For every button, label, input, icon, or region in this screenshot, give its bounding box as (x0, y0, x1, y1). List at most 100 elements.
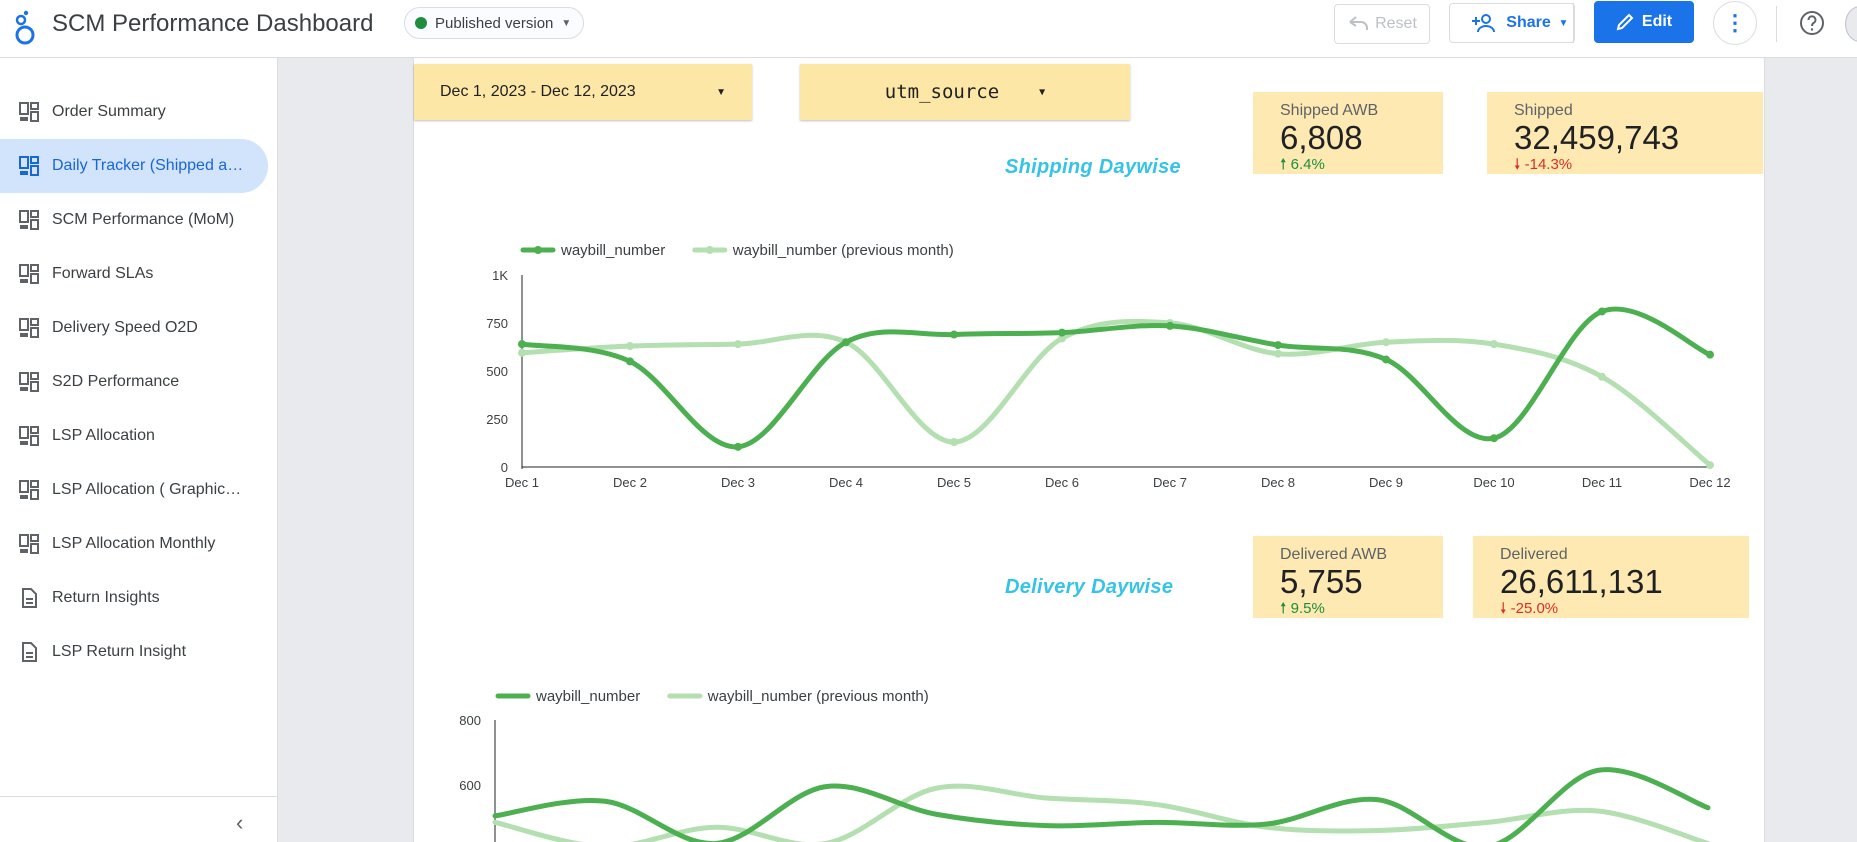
data-point[interactable] (842, 338, 850, 347)
shipped-awb-scorecard[interactable]: Shipped AWB 6,808 🠕 6.4% (1253, 92, 1443, 174)
date-range-control[interactable]: Dec 1, 2023 - Dec 12, 2023 ▼ (414, 64, 752, 120)
series-line[interactable] (519, 318, 1713, 468)
data-point[interactable] (1382, 355, 1390, 364)
data-point[interactable] (626, 357, 634, 366)
kpi-value: 26,611,131 (1500, 563, 1663, 600)
sidebar-item[interactable]: LSP Allocation Monthly (0, 517, 268, 571)
reset-button[interactable]: Reset (1334, 4, 1430, 44)
x-tick-label: Dec 1 (505, 475, 539, 490)
kpi-delta-value: -14.3% (1524, 156, 1573, 173)
kpi-label: Shipped (1514, 102, 1573, 119)
edit-button[interactable]: Edit (1594, 1, 1694, 43)
data-point[interactable] (1490, 340, 1498, 349)
y-tick-label: 600 (459, 778, 481, 793)
data-point[interactable] (1274, 341, 1282, 350)
divider (0, 796, 278, 797)
sidebar-item[interactable]: LSP Allocation ( Graphic… (0, 463, 268, 517)
y-tick-label: 750 (486, 316, 508, 331)
sidebar-item[interactable]: Delivery Speed O2D (0, 301, 268, 355)
avatar[interactable] (1845, 6, 1857, 42)
more-options-button[interactable]: ⋮ (1713, 1, 1757, 45)
sidebar-item[interactable]: Daily Tracker (Shipped a… (0, 139, 268, 193)
delivered-awb-scorecard[interactable]: Delivered AWB 5,755 🠕 9.5% (1253, 536, 1443, 618)
data-point[interactable] (518, 340, 526, 349)
sidebar-item-label: Order Summary (52, 103, 166, 120)
chevron-down-icon: ▼ (1039, 86, 1046, 98)
dashboard-icon (19, 318, 39, 338)
data-point[interactable] (1490, 434, 1498, 443)
delivered-scorecard[interactable]: Delivered 26,611,131 🠗 -25.0% (1473, 536, 1749, 618)
sidebar-item[interactable]: LSP Return Insight (0, 625, 268, 679)
sidebar-item-label: LSP Allocation Monthly (52, 535, 216, 552)
legend-marker (534, 246, 542, 254)
reset-label: Reset (1375, 15, 1417, 32)
dashboard-icon (19, 210, 39, 230)
document-icon (22, 588, 37, 608)
kpi-value: 6,808 (1280, 119, 1363, 156)
x-tick-label: Dec 2 (613, 475, 647, 490)
kpi-delta: 🠗 -25.0% (1500, 600, 1749, 618)
version-dropdown[interactable]: Published version ▼ (404, 7, 585, 39)
legend-label[interactable]: waybill_number (previous month) (707, 688, 929, 705)
data-point[interactable] (1706, 461, 1714, 470)
delivery-daywise-title: Delivery Daywise (1005, 576, 1174, 598)
data-point[interactable] (1598, 307, 1606, 316)
arrow-up-icon: 🠕 (1280, 600, 1287, 617)
x-tick-label: Dec 12 (1689, 475, 1730, 490)
legend-marker (705, 246, 714, 254)
sidebar-item[interactable]: Order Summary (0, 85, 268, 139)
edit-label: Edit (1641, 13, 1673, 30)
legend-label[interactable]: waybill_number (560, 242, 665, 259)
y-tick-label: 0 (501, 460, 508, 475)
share-options-dropdown[interactable]: ▼ (1553, 3, 1575, 43)
dashboard-icon (19, 426, 39, 446)
data-point[interactable] (1058, 328, 1066, 337)
sidebar-item-label: SCM Performance (MoM) (52, 211, 235, 228)
sidebar-item[interactable]: LSP Allocation (0, 409, 268, 463)
chevron-down-icon: ▼ (561, 17, 572, 29)
more-vert-icon: ⋮ (1724, 10, 1746, 35)
delivery-daywise-line-chart[interactable]: waybill_number waybill_number (previous m… (440, 680, 1760, 842)
data-point[interactable] (518, 348, 526, 357)
utm-source-filter[interactable]: utm_source ▼ (800, 64, 1130, 120)
published-status-icon (415, 17, 427, 29)
data-point[interactable] (734, 442, 742, 451)
data-point[interactable] (734, 340, 742, 349)
shipped-scorecard[interactable]: Shipped 32,459,743 🠗 -14.3% (1487, 92, 1763, 174)
data-point[interactable] (1706, 350, 1714, 359)
top-bar: SCM Performance Dashboard Published vers… (0, 0, 1857, 58)
legend-label[interactable]: waybill_number (535, 688, 640, 705)
add-person-icon (1472, 14, 1496, 33)
divider (1776, 6, 1777, 42)
dashboard-icon (19, 480, 39, 500)
data-point[interactable] (1382, 338, 1390, 347)
help-button[interactable] (1797, 8, 1827, 38)
collapse-sidebar-button[interactable]: ‹ (236, 810, 243, 836)
sidebar-item[interactable]: SCM Performance (MoM) (0, 193, 268, 247)
data-point[interactable] (626, 342, 634, 351)
help-icon (1800, 11, 1824, 35)
shipping-daywise-line-chart[interactable]: waybill_number waybill_number (previous m… (460, 232, 1760, 492)
chevron-left-icon: ‹ (236, 810, 244, 835)
arrow-down-icon: 🠗 (1514, 156, 1521, 173)
data-point[interactable] (1166, 321, 1174, 330)
sidebar-item[interactable]: S2D Performance (0, 355, 268, 409)
series-line[interactable] (519, 306, 1713, 450)
shipping-daywise-title: Shipping Daywise (1005, 156, 1181, 178)
data-point[interactable] (950, 330, 958, 339)
sidebar-item[interactable]: Forward SLAs (0, 247, 268, 301)
legend-label[interactable]: waybill_number (previous month) (732, 242, 954, 259)
y-tick-label: 1K (492, 268, 508, 283)
report-title[interactable]: SCM Performance Dashboard (52, 10, 373, 38)
kpi-label: Delivered AWB (1280, 546, 1387, 563)
sidebar-item-label: Forward SLAs (52, 265, 154, 282)
kpi-delta: 🠕 6.4% (1280, 156, 1443, 174)
kpi-label: Shipped AWB (1280, 102, 1379, 119)
looker-studio-logo-icon[interactable] (12, 10, 38, 46)
data-point[interactable] (1598, 372, 1606, 381)
data-point[interactable] (1274, 349, 1282, 358)
sidebar-item[interactable]: Return Insights (0, 571, 268, 625)
x-tick-label: Dec 11 (1582, 475, 1622, 490)
series-line[interactable] (492, 767, 1711, 842)
data-point[interactable] (950, 438, 958, 447)
